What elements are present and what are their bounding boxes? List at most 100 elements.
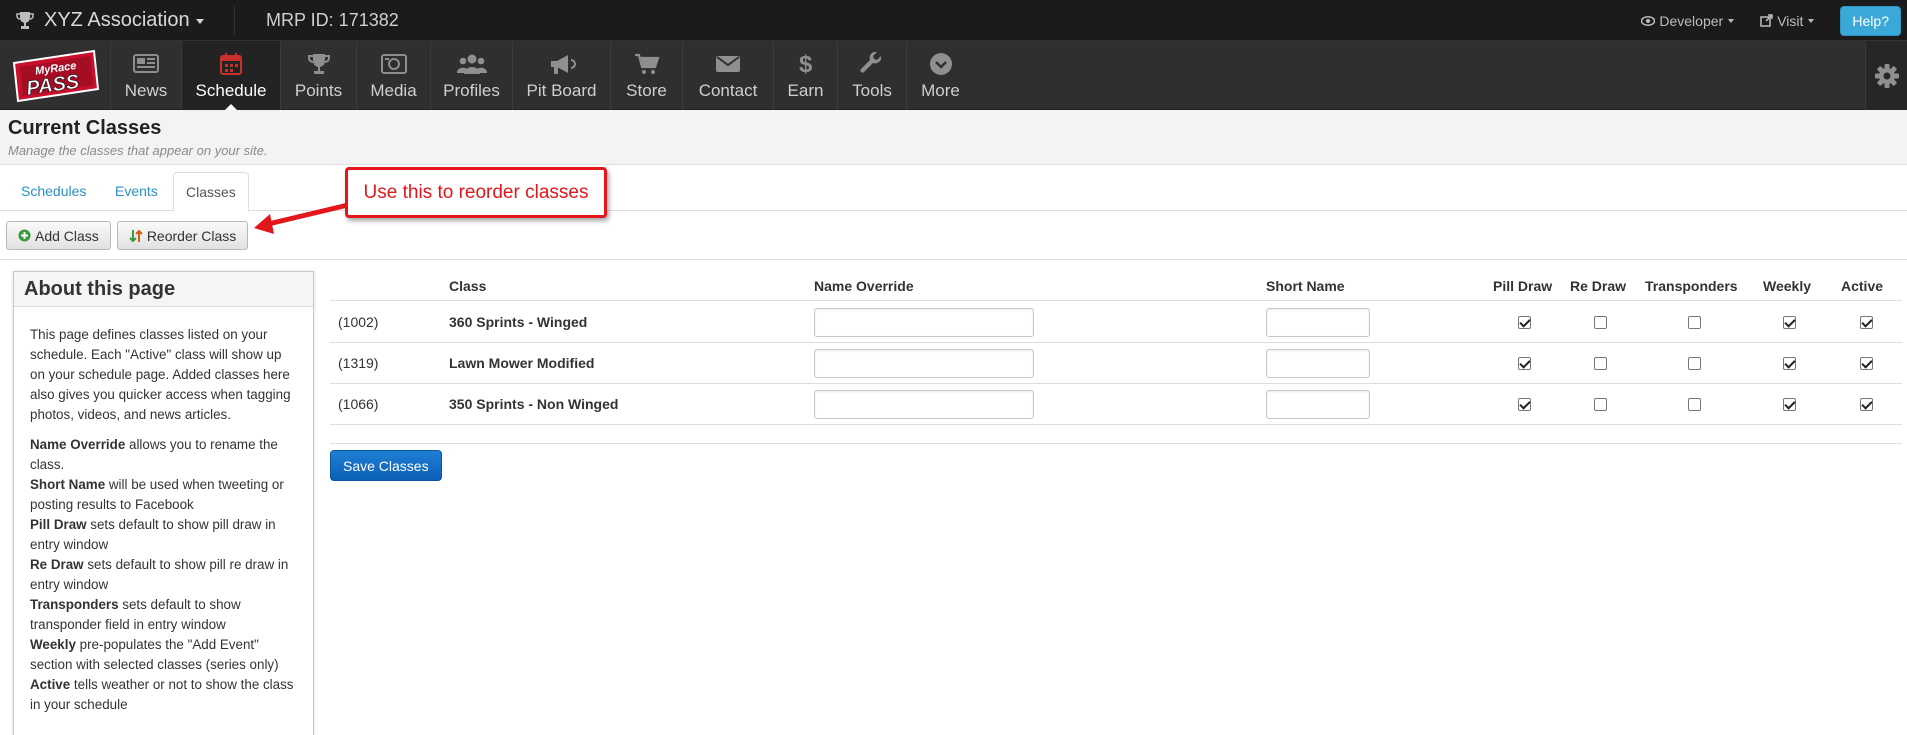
visit-menu[interactable]: Visit: [1760, 12, 1815, 29]
re-draw-checkbox[interactable]: [1594, 357, 1607, 370]
dollar-icon: $: [799, 51, 813, 77]
divider: [330, 443, 1902, 444]
transponders-checkbox[interactable]: [1688, 316, 1701, 329]
tab-events[interactable]: Events: [103, 172, 170, 211]
myracepass-logo: MyRace PASS: [12, 49, 100, 103]
nav-item-points[interactable]: Points: [280, 41, 356, 110]
short-name-input[interactable]: [1266, 349, 1370, 378]
pill-draw-checkbox[interactable]: [1518, 316, 1531, 329]
table-row: (1002) 360 Sprints - Winged: [330, 302, 1902, 343]
page-header: Current Classes Manage the classes that …: [0, 110, 1907, 165]
name-override-input[interactable]: [814, 390, 1034, 419]
calendar-icon: [220, 53, 242, 75]
eye-icon: [1641, 15, 1656, 26]
trophy-icon: [307, 54, 330, 74]
svg-text:$: $: [799, 51, 813, 77]
settings-button[interactable]: [1865, 41, 1907, 110]
help-button[interactable]: Help?: [1840, 5, 1901, 36]
nav-item-label: Pit Board: [526, 81, 597, 100]
reorder-class-button[interactable]: Reorder Class: [116, 221, 249, 250]
tab-classes[interactable]: Classes: [173, 172, 249, 212]
nav-item-label: Contact: [698, 81, 758, 100]
nav-item-earn[interactable]: $ Earn: [773, 41, 837, 110]
weekly-checkbox[interactable]: [1783, 316, 1796, 329]
add-class-button[interactable]: Add Class: [6, 221, 111, 250]
callout-text: Use this to reorder classes: [363, 181, 589, 203]
developer-menu[interactable]: Developer: [1641, 12, 1735, 29]
name-override-input[interactable]: [814, 308, 1034, 337]
page-title: Current Classes: [8, 117, 162, 139]
chevron-down-icon: [195, 19, 204, 24]
table-header: Class Name Override Short Name Pill Draw…: [330, 271, 1902, 301]
table-row: (1319) Lawn Mower Modified: [330, 343, 1902, 384]
class-id: (1319): [338, 355, 379, 371]
class-name: Lawn Mower Modified: [449, 355, 595, 371]
transponders-checkbox[interactable]: [1688, 357, 1701, 370]
col-re-draw: Re Draw: [1570, 278, 1627, 294]
save-classes-button[interactable]: Save Classes: [330, 450, 442, 481]
chevron-down-icon: [1728, 18, 1735, 23]
name-override-input[interactable]: [814, 349, 1034, 378]
definition-pill-draw: Pill Draw sets default to show pill draw…: [30, 517, 276, 552]
group-icon: [456, 54, 487, 74]
developer-label: Developer: [1659, 12, 1724, 29]
definition-transponders: Transponders sets default to show transp…: [30, 597, 241, 632]
top-bar: XYZ Association MRP ID: 171382 Developer…: [0, 0, 1907, 41]
re-draw-checkbox[interactable]: [1594, 398, 1607, 411]
reorder-callout: Use this to reorder classes: [345, 167, 607, 218]
nav-item-label: More: [921, 81, 960, 100]
main-nav: MyRace PASS News Schedule Points Media P…: [0, 41, 1907, 110]
pill-draw-checkbox[interactable]: [1518, 398, 1531, 411]
definition-re-draw: Re Draw sets default to show pill re dra…: [30, 557, 289, 592]
external-link-icon: [1760, 14, 1773, 27]
nav-item-contact[interactable]: Contact: [682, 41, 773, 110]
about-intro: This page defines classes listed on your…: [30, 327, 291, 422]
pill-draw-checkbox[interactable]: [1518, 357, 1531, 370]
active-checkbox[interactable]: [1860, 357, 1873, 370]
table-row: (1066) 350 Sprints - Non Winged: [330, 384, 1902, 425]
org-switcher[interactable]: XYZ Association: [16, 0, 204, 41]
nav-item-label: Points: [294, 81, 343, 100]
nav-item-label: Media: [370, 81, 417, 100]
newspaper-icon: [133, 54, 159, 73]
nav-item-media[interactable]: Media: [356, 41, 430, 110]
short-name-input[interactable]: [1266, 390, 1370, 419]
class-name: 360 Sprints - Winged: [449, 314, 588, 330]
transponders-checkbox[interactable]: [1688, 398, 1701, 411]
callout-arrow: [254, 202, 349, 234]
toolbar: Add Class Reorder Class: [6, 221, 254, 250]
chevron-down-icon: [1808, 18, 1815, 23]
nav-item-schedule[interactable]: Schedule: [181, 41, 280, 110]
nav-item-store[interactable]: Store: [610, 41, 682, 110]
active-checkbox[interactable]: [1860, 316, 1873, 329]
reorder-class-label: Reorder Class: [146, 227, 237, 244]
gear-icon: [1874, 63, 1899, 88]
nav-item-tools[interactable]: Tools: [837, 41, 906, 110]
nav-item-label: News: [124, 81, 168, 100]
nav-item-more[interactable]: More: [906, 41, 974, 110]
short-name-input[interactable]: [1266, 308, 1370, 337]
nav-item-news[interactable]: News: [110, 41, 181, 110]
nav-item-profiles[interactable]: Profiles: [430, 41, 512, 110]
about-body: This page defines classes listed on your…: [14, 307, 313, 715]
tab-schedules[interactable]: Schedules: [9, 172, 98, 211]
nav-item-label: Tools: [852, 81, 892, 100]
chevron-circle-icon: [929, 53, 952, 75]
visit-label: Visit: [1777, 12, 1804, 29]
re-draw-checkbox[interactable]: [1594, 316, 1607, 329]
divider: [0, 259, 1907, 260]
weekly-checkbox[interactable]: [1783, 357, 1796, 370]
col-class: Class: [449, 278, 487, 294]
active-checkbox[interactable]: [1860, 398, 1873, 411]
col-weekly: Weekly: [1763, 278, 1811, 294]
weekly-checkbox[interactable]: [1783, 398, 1796, 411]
envelope-icon: [716, 56, 740, 72]
plus-circle-icon: [18, 229, 31, 242]
class-id: (1066): [338, 396, 379, 412]
org-name: XYZ Association: [44, 9, 190, 31]
add-class-label: Add Class: [35, 227, 99, 244]
sort-arrows-icon: [129, 229, 143, 242]
photo-icon: [380, 54, 407, 74]
nav-item-pit-board[interactable]: Pit Board: [512, 41, 610, 110]
class-id: (1002): [338, 314, 379, 330]
